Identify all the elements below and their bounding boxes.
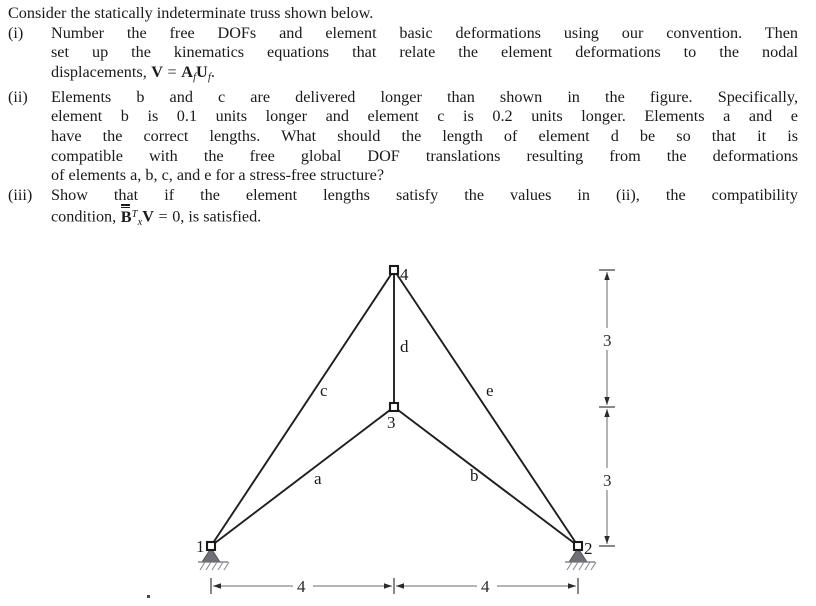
compatibility-matrix-B: B [120, 204, 132, 227]
problem-statement: Consider the statically indeterminate tr… [8, 4, 808, 233]
item-ii-line-4: compatible with the free global DOF tran… [51, 146, 798, 165]
hatching-1 [199, 561, 230, 571]
equation-lhs-V: V [151, 62, 163, 81]
problem-item-iii: (iii) Show that if the element lengths s… [8, 186, 798, 233]
scan-artifact-speck [147, 595, 150, 598]
item-iii-line2-prefix: condition, [51, 208, 117, 227]
item-ii-line-5: of elements a, b, c, and e for a stress-… [51, 166, 385, 185]
dim-label-horizontal-right: 4 [481, 577, 490, 596]
compatibility-equals: = [158, 208, 168, 227]
member-b [393, 406, 579, 547]
item-i-line3-prefix: displacements, [51, 62, 147, 81]
node-label-2: 2 [584, 539, 593, 558]
vertical-dimensions: 3 3 [598, 269, 618, 547]
item-marker-ii: (ii) [8, 87, 28, 106]
item-ii-line-2: element b is 0.1 units longer and elemen… [51, 107, 798, 126]
node-marker-3 [388, 401, 400, 413]
hatching-2 [566, 561, 597, 571]
member-c [210, 269, 395, 547]
equation-terminator: . [210, 62, 215, 81]
item-body-ii: Elements b and c are delivered longer th… [51, 88, 798, 186]
equation-vector-U: U [196, 62, 208, 81]
item-i-line-3: displacements, V = AfUf. [51, 63, 798, 88]
dim-label-vertical-upper: 3 [603, 331, 612, 350]
node-label-4: 4 [400, 265, 409, 284]
item-ii-line-1: Elements b and c are delivered longer th… [51, 87, 798, 106]
node-label-3: 3 [387, 413, 396, 432]
node-marker-2 [572, 540, 584, 552]
dim-label-horizontal-left: 4 [297, 577, 306, 596]
item-marker-i: (i) [8, 23, 24, 42]
item-marker-iii: (iii) [8, 185, 33, 204]
truss-svg-canvas: a b c d e 1 2 3 4 4 4 3 3 [147, 264, 618, 598]
equation-equals: = [167, 62, 177, 81]
member-label-c: c [320, 381, 328, 400]
member-e [393, 269, 579, 547]
item-iii-line-2: condition, BTxV = 0, is satisfied. [51, 204, 798, 233]
problem-page: Consider the statically indeterminate tr… [0, 0, 816, 606]
lead-sentence: Consider the statically indeterminate tr… [8, 4, 374, 22]
member-label-d: d [400, 337, 409, 356]
item-ii-line-3: have the correct lengths. What should th… [51, 126, 798, 145]
item-iii-line2-suffix: , is satisfied. [180, 208, 262, 227]
item-iii-line-1: Show that if the element lengths satisfy… [51, 185, 798, 204]
item-i-line-2: set up the kinematics equations that rel… [51, 43, 798, 62]
node-marker-4 [388, 264, 400, 276]
node-marker-1 [205, 540, 217, 552]
compatibility-vector-V: V [142, 208, 154, 227]
node-label-1: 1 [196, 537, 205, 556]
dim-label-vertical-lower: 3 [603, 471, 612, 490]
item-i-line-1: Number the free DOFs and element basic d… [51, 23, 798, 42]
problem-item-ii: (ii) Elements b and c are delivered long… [8, 88, 798, 186]
equation-matrix-A: A [181, 62, 193, 81]
member-labels: a b c d e [314, 337, 494, 488]
member-label-a: a [314, 469, 322, 488]
horizontal-dimensions: 4 4 [210, 576, 579, 596]
item-body-iii: Show that if the element lengths satisfy… [51, 186, 798, 233]
truss-diagram: a b c d e 1 2 3 4 4 4 3 3 [0, 256, 816, 606]
item-body-i: Number the free DOFs and element basic d… [51, 24, 798, 88]
member-label-e: e [486, 381, 494, 400]
member-label-b: b [470, 466, 479, 485]
member-a [210, 406, 395, 547]
problem-item-i: (i) Number the free DOFs and element bas… [8, 24, 798, 88]
